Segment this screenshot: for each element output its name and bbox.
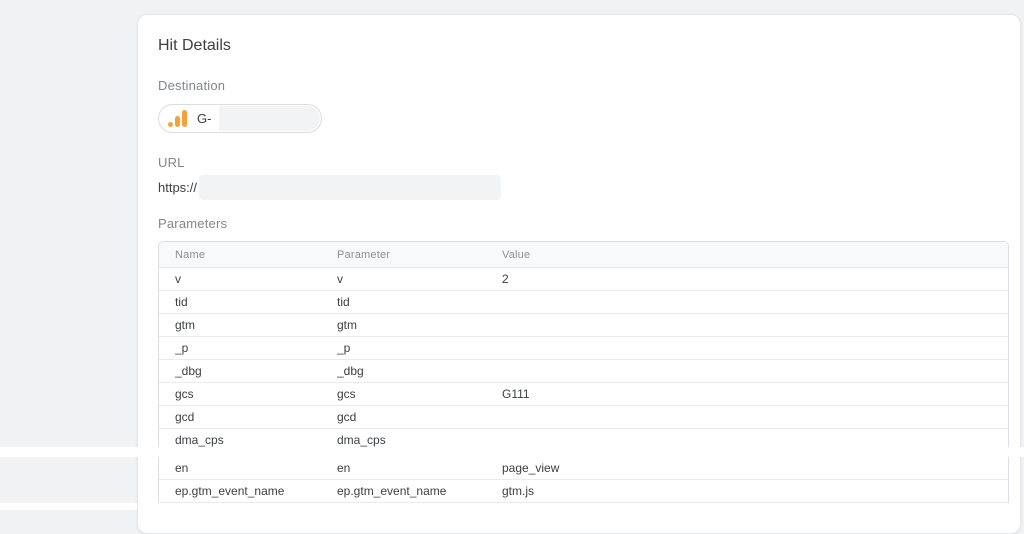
- column-header-value: Value: [502, 248, 531, 261]
- google-analytics-icon: [168, 110, 187, 127]
- param-name-cell: gcs: [175, 387, 194, 401]
- column-header-parameter: Parameter: [337, 248, 391, 261]
- redacted-row-band: [0, 447, 1024, 457]
- param-name-cell: dma_cps: [175, 433, 224, 447]
- param-name-cell: gtm: [175, 318, 196, 332]
- param-key-cell: gtm: [337, 318, 358, 332]
- url-label: URL: [158, 155, 185, 170]
- param-name-cell: tid: [175, 295, 188, 309]
- table-row: gcs gcs G111: [159, 383, 1008, 406]
- table-row: _dbg _dbg: [159, 360, 1008, 383]
- param-name-cell: ep.gtm_event_name: [175, 484, 285, 498]
- table-row: gtm gtm: [159, 314, 1008, 337]
- parameters-table-continued: en en page_view ep.gtm_event_name ep.gtm_eve…: [158, 457, 1009, 503]
- table-row: v v 2: [159, 268, 1008, 291]
- table-row: tid tid: [159, 291, 1008, 314]
- redacted-tag-id: [219, 106, 320, 131]
- url-value-prefix: https://: [158, 180, 198, 195]
- parameters-table-body: v v 2 tid tid gtm gtm _p _p _dbg _dbggcs gcs G111 gcd…: [159, 268, 1008, 452]
- parameters-table-header: Name Parameter Value: [159, 242, 1008, 268]
- param-key-cell: _p: [337, 341, 351, 355]
- url-value: https://: [158, 175, 1020, 200]
- param-key-cell: v: [337, 272, 343, 286]
- parameters-label: Parameters: [158, 216, 228, 231]
- param-name-cell: gcd: [175, 410, 195, 424]
- param-value-cell: 2: [502, 272, 509, 286]
- parameters-table: Name Parameter Value v v 2 tid tid gtm gtm _p _p…: [158, 241, 1009, 452]
- param-name-cell: _dbg: [175, 364, 202, 378]
- param-value-cell: gtm.js: [502, 484, 535, 498]
- param-key-cell: _dbg: [337, 364, 364, 378]
- redacted-url: [199, 175, 502, 200]
- table-row: gcd gcd: [159, 406, 1008, 429]
- param-name-cell: en: [175, 461, 189, 475]
- param-name-cell: v: [175, 272, 181, 286]
- gtm-preview-background: Hit Details Destination G- URL https:// …: [0, 0, 1024, 534]
- param-key-cell: ep.gtm_event_name: [337, 484, 447, 498]
- param-key-cell: tid: [337, 295, 350, 309]
- param-key-cell: gcs: [337, 387, 356, 401]
- param-name-cell: _p: [175, 341, 189, 355]
- param-value-cell: page_view: [502, 461, 560, 475]
- param-key-cell: dma_cps: [337, 433, 386, 447]
- param-value-cell: G111: [502, 387, 530, 401]
- column-header-name: Name: [175, 248, 206, 261]
- param-key-cell: en: [337, 461, 351, 475]
- table-row: _p _p: [159, 337, 1008, 360]
- sidebar-gap-band: [0, 503, 137, 510]
- destination-tag-chip[interactable]: G-: [158, 104, 322, 133]
- parameters-table-body-continued: en en page_view ep.gtm_event_name ep.gtm_eve…: [159, 457, 1008, 503]
- destination-label: Destination: [158, 78, 226, 93]
- page-title: Hit Details: [158, 37, 231, 54]
- table-row: en en page_view: [159, 457, 1008, 480]
- destination-tag-id: G-: [197, 111, 212, 126]
- param-key-cell: gcd: [337, 410, 357, 424]
- table-row: ep.gtm_event_name ep.gtm_event_name gtm.js: [159, 480, 1008, 503]
